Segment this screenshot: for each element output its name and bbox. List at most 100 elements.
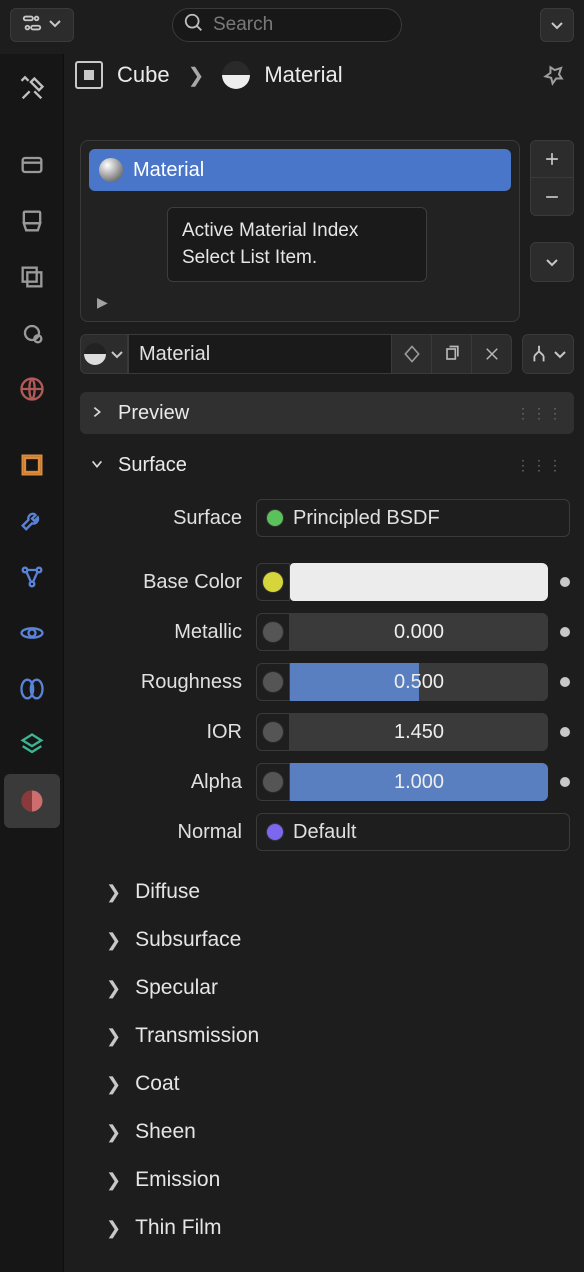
roughness-socket[interactable] [256,663,290,701]
editor-type-switcher[interactable] [10,8,74,42]
chevron-right-icon: ❯ [106,1026,121,1047]
shader-socket-icon [267,510,283,526]
prop-label: IOR [84,721,256,744]
search-input[interactable]: Search [172,8,402,42]
animate-dot[interactable] [560,677,570,687]
prop-label: Normal [84,821,256,844]
base-color-swatch[interactable] [290,563,548,601]
tab-particles[interactable] [4,550,60,604]
prop-label: Surface [84,507,256,530]
subpanel-thinfilm[interactable]: ❯ Thin Film [84,1204,570,1252]
prop-label: Metallic [84,621,256,644]
panel-label: Preview [118,402,189,425]
pin-button[interactable] [536,57,572,93]
chevron-right-icon: ❯ [106,1170,121,1191]
chevron-right-icon: ❯ [106,930,121,951]
object-icon [75,61,103,89]
metallic-socket[interactable] [256,613,290,651]
chevron-right-icon: ❯ [106,1074,121,1095]
base-color-socket[interactable] [256,563,290,601]
breadcrumb: Cube ❯ Material [0,44,584,106]
tab-output[interactable] [4,194,60,248]
ior-field[interactable]: 1.450 [290,713,548,751]
normal-field[interactable]: Default [256,813,570,851]
vector-socket-icon [267,824,283,840]
tab-data[interactable] [4,718,60,772]
alpha-socket[interactable] [256,763,290,801]
panel-surface[interactable]: Surface ⋮⋮⋮ [80,444,574,486]
metallic-field[interactable]: 0.000 [290,613,548,651]
material-slot-active[interactable]: Material [89,149,511,191]
chevron-right-icon: ❯ [106,1122,121,1143]
material-name-field[interactable]: Material [128,334,392,374]
animate-dot[interactable] [560,727,570,737]
tab-render[interactable] [4,138,60,192]
options-dropdown[interactable] [540,8,574,42]
animate-dot[interactable] [560,777,570,787]
prop-label: Alpha [84,771,256,794]
material-icon [222,61,250,89]
tab-material[interactable] [4,774,60,828]
sliders-icon [21,12,43,39]
surface-panel-body: Surface Principled BSDF Base Color Metal… [80,496,574,1260]
roughness-field[interactable]: 0.500 [290,663,548,701]
chevron-right-icon: ❯ [184,63,209,88]
ior-socket[interactable] [256,713,290,751]
chevron-down-icon [90,454,112,477]
color-swatch [290,563,548,601]
fake-user-button[interactable] [392,334,432,374]
subpanel-emission[interactable]: ❯ Emission [84,1156,570,1204]
search-icon [183,12,205,39]
chevron-right-icon: ❯ [106,978,121,999]
chevron-down-icon [47,14,63,37]
tab-tool[interactable] [4,62,60,116]
tab-constraints[interactable] [4,662,60,716]
value-socket-icon [263,722,283,742]
tab-viewlayer[interactable] [4,250,60,304]
material-browse-menu[interactable] [80,334,128,374]
subpanel-diffuse[interactable]: ❯ Diffuse [84,868,570,916]
properties-tab-strip [0,54,64,1272]
chevron-right-icon: ❯ [106,882,121,903]
tab-physics[interactable] [4,606,60,660]
slot-specials-button[interactable] [530,242,574,282]
panel-label: Surface [118,454,187,477]
subpanel-subsurface[interactable]: ❯ Subsurface [84,916,570,964]
grip-icon[interactable]: ⋮⋮⋮ [516,457,564,474]
alpha-field[interactable]: 1.000 [290,763,548,801]
tab-object[interactable] [4,438,60,492]
subpanel-specular[interactable]: ❯ Specular [84,964,570,1012]
chevron-right-icon [90,402,112,425]
expand-icon[interactable]: ▶ [89,294,108,310]
prop-label: Base Color [84,571,256,594]
breadcrumb-object[interactable]: Cube [117,62,170,88]
panel-preview[interactable]: Preview ⋮⋮⋮ [80,392,574,434]
value-socket-icon [263,622,283,642]
tooltip: Active Material Index Select List Item. [167,207,427,282]
color-socket-icon [263,572,283,592]
subpanel-coat[interactable]: ❯ Coat [84,1060,570,1108]
tab-world[interactable] [4,362,60,416]
tab-scene[interactable] [4,306,60,360]
subpanel-sheen[interactable]: ❯ Sheen [84,1108,570,1156]
animate-dot[interactable] [560,577,570,587]
node-tree-filter-button[interactable] [522,334,574,374]
prop-label: Roughness [84,671,256,694]
remove-slot-button[interactable] [530,178,574,216]
add-slot-button[interactable] [530,140,574,178]
subpanel-transmission[interactable]: ❯ Transmission [84,1012,570,1060]
tab-modifiers[interactable] [4,494,60,548]
material-sphere-icon [84,343,106,365]
value-socket-icon [263,672,283,692]
search-placeholder: Search [213,14,273,36]
unlink-material-button[interactable] [472,334,512,374]
surface-shader-field[interactable]: Principled BSDF [256,499,570,537]
new-material-button[interactable] [432,334,472,374]
chevron-right-icon: ❯ [106,1218,121,1239]
grip-icon[interactable]: ⋮⋮⋮ [516,405,564,422]
breadcrumb-material[interactable]: Material [264,62,342,88]
animate-dot[interactable] [560,627,570,637]
material-slots-list[interactable]: Material Active Material Index Select Li… [80,140,520,322]
material-slot-name: Material [133,159,204,182]
value-socket-icon [263,772,283,792]
